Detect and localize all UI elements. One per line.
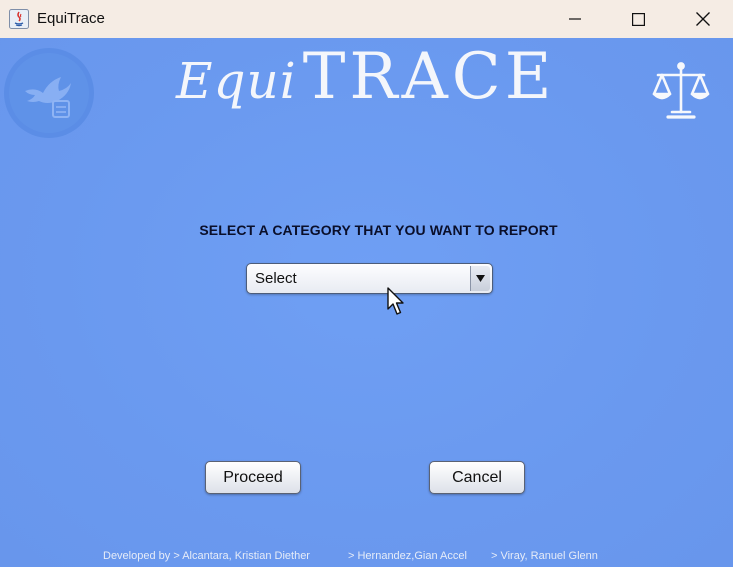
brand-trace: TRACE <box>302 40 556 114</box>
minimize-button[interactable] <box>552 0 598 38</box>
dropdown-arrow-button[interactable] <box>470 266 490 291</box>
category-prompt: SELECT A CATEGORY THAT YOU WANT TO REPOR… <box>199 222 558 238</box>
category-select[interactable]: Select <box>246 263 493 294</box>
credit-1: Developed by > Alcantara, Kristian Dieth… <box>103 550 310 562</box>
category-select-value: Select <box>255 270 297 287</box>
credit-2: > Hernandez,Gian Accel <box>348 550 467 562</box>
mouse-pointer-icon <box>387 287 404 315</box>
app-window: EquiTrace EquiTRACE SELECT A CATEGORY TH… <box>0 0 733 567</box>
window-title: EquiTrace <box>37 10 105 27</box>
app-brand-title: EquiTRACE <box>176 40 555 130</box>
credit-3: > Viray, Ranuel Glenn <box>491 550 598 562</box>
close-icon <box>696 12 710 26</box>
main-panel: EquiTRACE SELECT A CATEGORY THAT YOU WAN… <box>0 38 733 567</box>
minimize-icon <box>569 18 581 20</box>
proceed-button[interactable]: Proceed <box>205 461 301 494</box>
dove-logo-icon <box>4 48 94 138</box>
maximize-icon <box>631 12 645 26</box>
title-bar[interactable]: EquiTrace <box>0 0 733 38</box>
maximize-button[interactable] <box>615 0 661 38</box>
developer-credits: Developed by > Alcantara, Kristian Dieth… <box>0 550 733 566</box>
scales-of-justice-icon <box>652 62 710 119</box>
triangle-down-icon <box>476 275 485 282</box>
close-button[interactable] <box>680 0 726 38</box>
cancel-button[interactable]: Cancel <box>429 461 525 494</box>
brand-equi: Equi <box>176 52 297 110</box>
java-app-icon <box>9 9 29 29</box>
